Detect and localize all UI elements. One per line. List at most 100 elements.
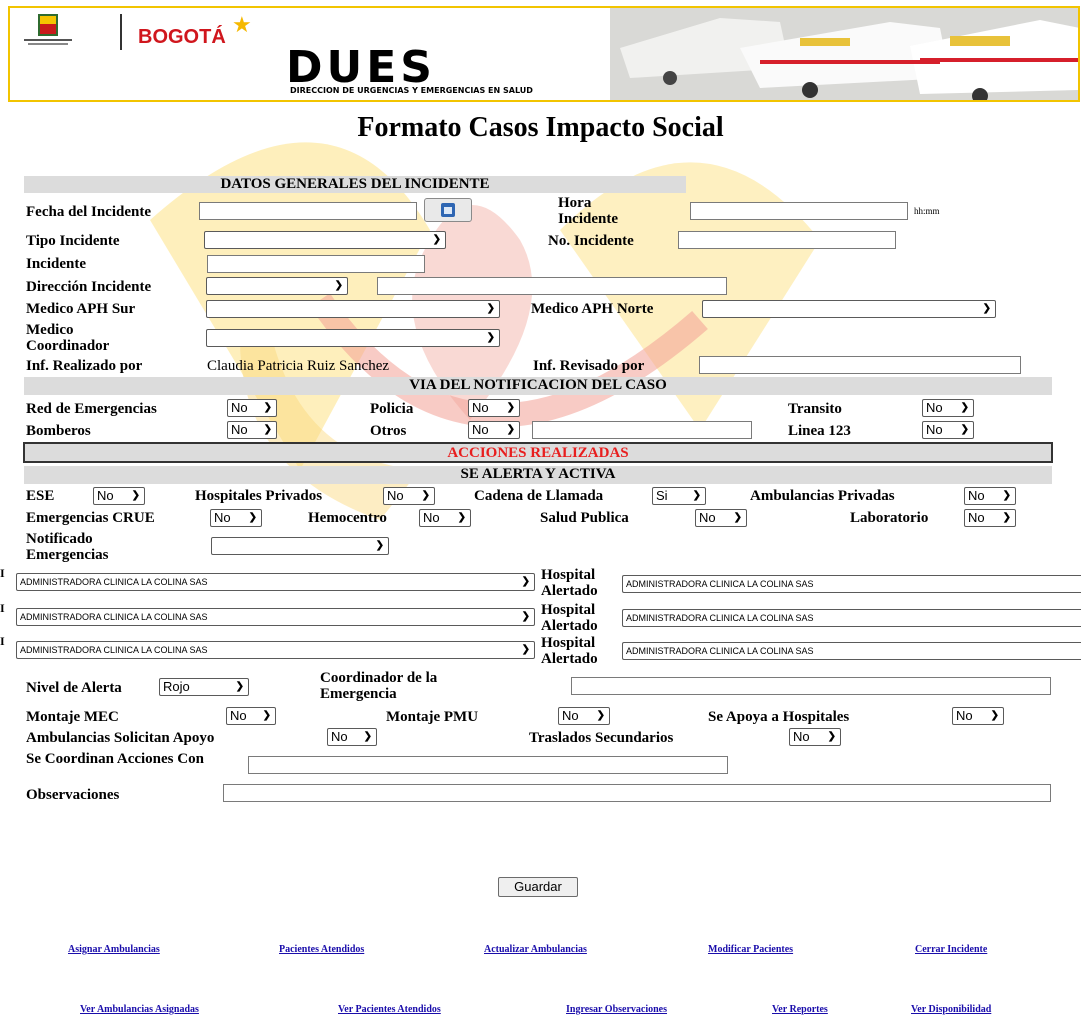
chevron-down-icon: ❯ (421, 490, 430, 501)
fecha-input[interactable] (199, 202, 417, 220)
direccion-label: Dirección Incidente (26, 279, 152, 295)
calendar-button[interactable] (424, 198, 472, 222)
coordinan-acciones-label: Se Coordinan Acciones Con (26, 751, 204, 767)
hospital-right-select-3[interactable]: ADMINISTRADORA CLINICA LA COLINA SAS (622, 642, 1081, 660)
medico-norte-label: Medico APH Norte (531, 301, 654, 317)
calendar-icon (441, 203, 455, 217)
otros-input[interactable] (532, 421, 752, 439)
emergencias-crue-select[interactable]: No ❯ (210, 509, 262, 527)
link-ver-pacientes-atendidos[interactable]: Ver Pacientes Atendidos (338, 1004, 441, 1015)
notificado-label: Notificado Emergencias (26, 531, 109, 563)
hora-input[interactable] (690, 202, 908, 220)
red-emergencias-label: Red de Emergencias (26, 401, 157, 417)
save-button[interactable]: Guardar (498, 877, 578, 897)
no-incidente-label: No. Incidente (548, 233, 634, 249)
medico-norte-select[interactable]: ❯ (702, 300, 996, 318)
chevron-down-icon: ❯ (131, 490, 140, 501)
cadena-llamada-label: Cadena de Llamada (474, 488, 604, 504)
chevron-down-icon: ❯ (827, 731, 836, 742)
coordinador-input[interactable] (571, 677, 1051, 695)
revisado-input[interactable] (699, 356, 1021, 374)
medico-sur-select[interactable]: ❯ (206, 300, 500, 318)
traslados-select[interactable]: No ❯ (789, 728, 841, 746)
montaje-pmu-select[interactable]: No ❯ (558, 707, 610, 725)
link-cerrar-incidente[interactable]: Cerrar Incidente (915, 944, 987, 955)
no-incidente-input[interactable] (678, 231, 896, 249)
salud-publica-select[interactable]: No ❯ (695, 509, 747, 527)
chevron-down-icon: ❯ (263, 424, 272, 435)
link-pacientes-atendidos[interactable]: Pacientes Atendidos (279, 944, 364, 955)
hospital-right-select-2[interactable]: ADMINISTRADORA CLINICA LA COLINA SAS (622, 609, 1081, 627)
hospital-left-select-1[interactable]: ADMINISTRADORA CLINICA LA COLINA SAS ❯ (16, 573, 535, 591)
logo-divider (120, 14, 122, 50)
laboratorio-select[interactable]: No ❯ (964, 509, 1016, 527)
ambulancias-privadas-label: Ambulancias Privadas (750, 488, 895, 504)
chevron-down-icon: ❯ (263, 402, 272, 413)
chevron-down-icon: ❯ (486, 332, 495, 343)
chevron-down-icon: ❯ (692, 490, 701, 501)
ese-select[interactable]: No ❯ (93, 487, 145, 505)
chevron-down-icon: ❯ (960, 402, 969, 413)
fecha-label: Fecha del Incidente (26, 204, 151, 220)
chevron-down-icon: ❯ (733, 512, 742, 523)
hospitales-privados-select[interactable]: No ❯ (383, 487, 435, 505)
policia-label: Policia (370, 401, 414, 417)
salud-publica-label: Salud Publica (540, 510, 629, 526)
linea-123-select[interactable]: No ❯ (922, 421, 974, 439)
link-ingresar-observaciones[interactable]: Ingresar Observaciones (566, 1004, 667, 1015)
apoya-hospitales-select[interactable]: No ❯ (952, 707, 1004, 725)
policia-select[interactable]: No ❯ (468, 399, 520, 417)
bogota-logo: BOGOTÁ (138, 26, 226, 48)
transito-select[interactable]: No ❯ (922, 399, 974, 417)
hemocentro-label: Hemocentro (308, 510, 387, 526)
notificado-select[interactable]: ❯ (211, 537, 389, 555)
edge-label-fragment: I (0, 634, 5, 648)
bomberos-select[interactable]: No ❯ (227, 421, 277, 439)
hemocentro-select[interactable]: No ❯ (419, 509, 471, 527)
cadena-llamada-select[interactable]: Si ❯ (652, 487, 706, 505)
nivel-alerta-select[interactable]: Rojo ❯ (159, 678, 249, 696)
hospitales-privados-label: Hospitales Privados (195, 488, 323, 504)
chevron-down-icon: ❯ (990, 710, 999, 721)
coordinan-acciones-input[interactable] (248, 756, 728, 774)
observaciones-input[interactable] (223, 784, 1051, 802)
ese-label: ESE (26, 488, 55, 504)
hospital-left-select-3[interactable]: ADMINISTRADORA CLINICA LA COLINA SAS ❯ (16, 641, 535, 659)
section-header-via: VIA DEL NOTIFICACION DEL CASO (24, 377, 1052, 395)
hospital-right-select-1[interactable]: ADMINISTRADORA CLINICA LA COLINA SAS (622, 575, 1081, 593)
link-ver-disponibilidad[interactable]: Ver Disponibilidad (911, 1004, 991, 1015)
dues-logo: DUES (286, 42, 436, 93)
direccion-input[interactable] (377, 277, 727, 295)
montaje-mec-label: Montaje MEC (26, 709, 119, 725)
ambulancias-apoyo-select[interactable]: No ❯ (327, 728, 377, 746)
chevron-down-icon: ❯ (521, 576, 530, 587)
observaciones-label: Observaciones (26, 787, 120, 803)
realizado-label: Inf. Realizado por (26, 358, 143, 374)
link-ver-ambulancias-asignadas[interactable]: Ver Ambulancias Asignadas (80, 1004, 199, 1015)
ambulancias-privadas-select[interactable]: No ❯ (964, 487, 1016, 505)
chevron-down-icon: ❯ (457, 512, 466, 523)
link-modificar-pacientes[interactable]: Modificar Pacientes (708, 944, 793, 955)
hospital-left-select-2[interactable]: ADMINISTRADORA CLINICA LA COLINA SAS ❯ (16, 608, 535, 626)
chevron-down-icon: ❯ (521, 644, 530, 655)
ambulancias-apoyo-label: Ambulancias Solicitan Apoyo (26, 730, 215, 746)
chevron-down-icon: ❯ (248, 512, 257, 523)
link-ver-reportes[interactable]: Ver Reportes (772, 1004, 828, 1015)
chevron-down-icon: ❯ (521, 611, 530, 622)
hospital-alertado-label-2: Hospital Alertado (541, 602, 598, 634)
hora-label: Hora Incidente (558, 195, 618, 227)
traslados-label: Traslados Secundarios (529, 730, 674, 746)
link-asignar-ambulancias[interactable]: Asignar Ambulancias (68, 944, 160, 955)
emergencias-crue-label: Emergencias CRUE (26, 510, 155, 526)
montaje-mec-select[interactable]: No ❯ (226, 707, 276, 725)
tipo-incidente-select[interactable]: ❯ (204, 231, 446, 249)
incidente-input[interactable] (207, 255, 425, 273)
edge-label-fragment: I (0, 566, 5, 580)
link-actualizar-ambulancias[interactable]: Actualizar Ambulancias (484, 944, 587, 955)
coat-of-arms-logo (24, 14, 72, 48)
otros-select[interactable]: No ❯ (468, 421, 520, 439)
chevron-down-icon: ❯ (486, 303, 495, 314)
direccion-select[interactable]: ❯ (206, 277, 348, 295)
red-emergencias-select[interactable]: No ❯ (227, 399, 277, 417)
medico-coordinador-select[interactable]: ❯ (206, 329, 500, 347)
